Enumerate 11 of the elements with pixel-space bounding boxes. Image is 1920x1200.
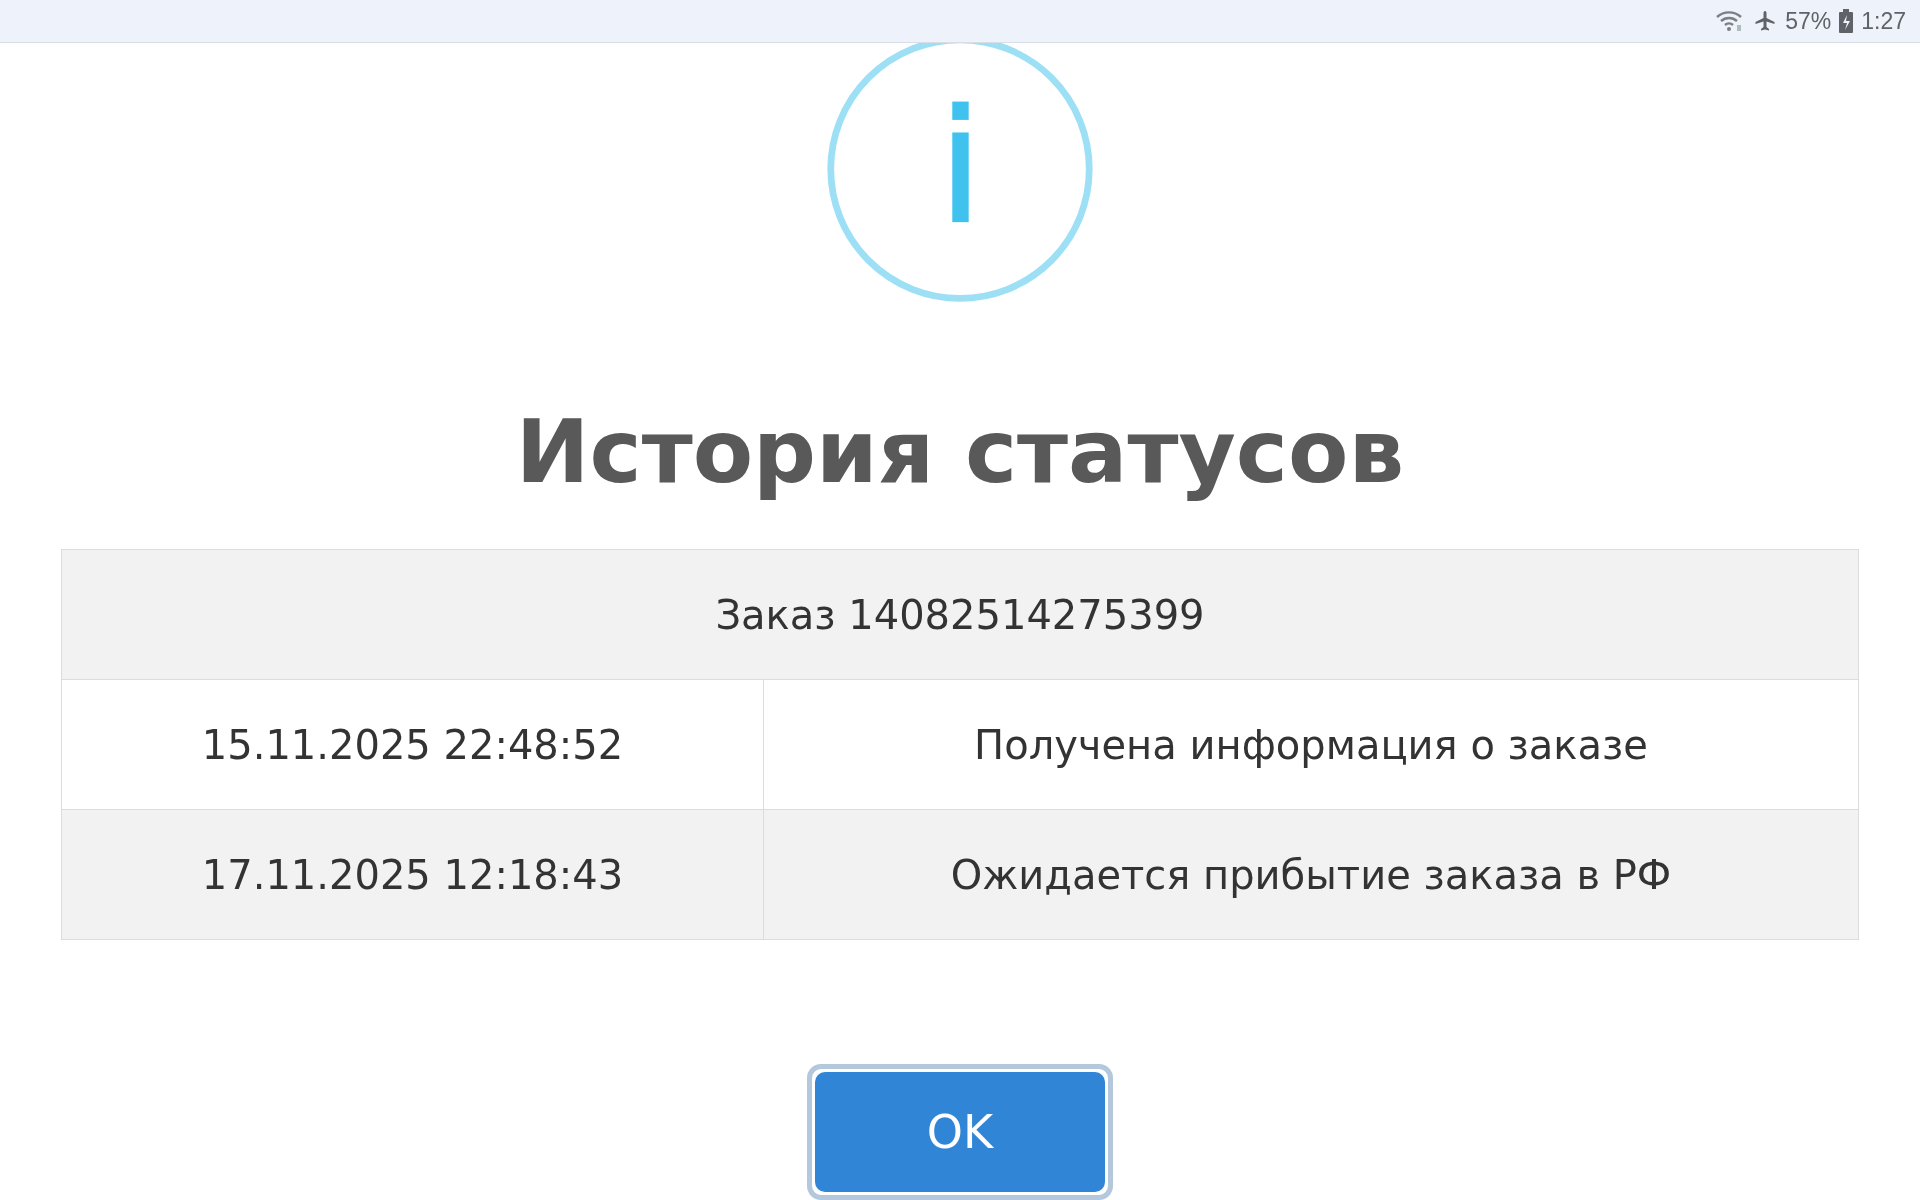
- dialog-title: История статусов: [515, 404, 1405, 501]
- status-cell: Ожидается прибытие заказа в РФ: [763, 809, 1859, 940]
- airplane-icon: [1753, 9, 1778, 33]
- date-cell: 15.11.2025 22:48:52: [61, 679, 764, 810]
- date-cell: 17.11.2025 12:18:43: [61, 809, 764, 940]
- battery-percent: 57%: [1785, 7, 1832, 35]
- status-cell: Получена информация о заказе: [763, 679, 1859, 810]
- ok-button[interactable]: OK: [815, 1072, 1105, 1192]
- order-header-cell: Заказ 14082514275399: [61, 549, 1859, 680]
- battery-charging-icon: [1839, 9, 1854, 33]
- clock-time: 1:27: [1861, 7, 1906, 35]
